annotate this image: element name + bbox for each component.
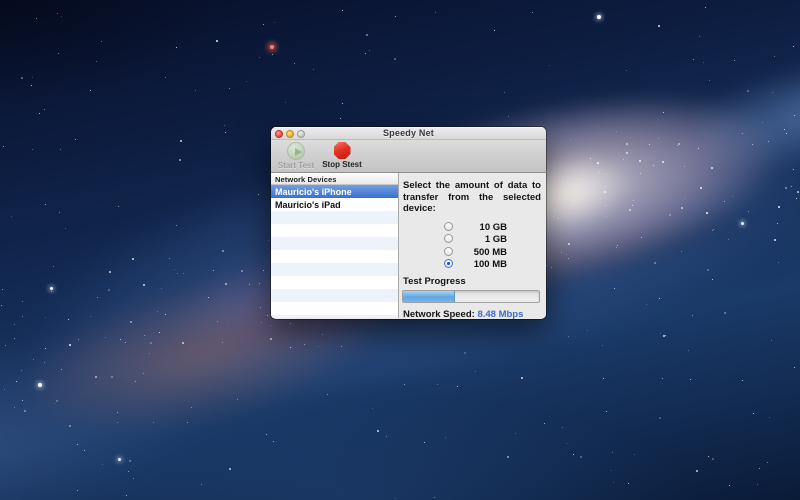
device-list-header[interactable]: Network Devices: [271, 173, 398, 185]
radio-button-500mb[interactable]: [444, 247, 453, 256]
radio-button-100mb[interactable]: [444, 259, 453, 268]
stop-icon: [334, 142, 351, 159]
options-panel: Select the amount of data to transfer fr…: [399, 173, 546, 318]
play-icon: [287, 142, 305, 160]
start-test-button[interactable]: Start Test: [276, 142, 316, 170]
radio-button-10gb[interactable]: [444, 222, 453, 231]
radio-row-500mb[interactable]: 500 MB: [403, 246, 541, 259]
instruction-text: Select the amount of data to transfer fr…: [403, 180, 541, 215]
network-devices-list: Network Devices Mauricio's iPhone Mauric…: [271, 173, 399, 318]
window-title: Speedy Net: [271, 128, 546, 138]
network-speed-line: Network Speed: 8.48 Mbps: [403, 309, 541, 320]
test-progress-label: Test Progress: [403, 276, 541, 287]
radio-row-10gb[interactable]: 10 GB: [403, 221, 541, 234]
stop-test-button[interactable]: Stop Stest: [318, 142, 366, 169]
network-speed-label: Network Speed:: [403, 309, 475, 320]
window-titlebar[interactable]: Speedy Net: [271, 127, 546, 140]
progress-bar: [402, 290, 540, 303]
progress-fill: [403, 291, 455, 302]
stats-block: Network Speed: 8.48 Mbps Latency: 47.63 …: [403, 309, 541, 320]
stop-test-label: Stop Stest: [318, 160, 366, 169]
radio-label-1gb: 1 GB: [485, 234, 507, 245]
data-amount-radio-group: 10 GB 1 GB 500 MB 100 MB: [403, 221, 541, 271]
radio-row-100mb[interactable]: 100 MB: [403, 258, 541, 271]
radio-button-1gb[interactable]: [444, 234, 453, 243]
device-row-iphone[interactable]: Mauricio's iPhone: [271, 185, 398, 198]
radio-label-10gb: 10 GB: [480, 222, 507, 233]
device-row-ipad[interactable]: Mauricio's iPad: [271, 198, 398, 211]
device-list-empty-rows: [271, 211, 398, 318]
network-speed-value: 8.48 Mbps: [477, 309, 523, 320]
radio-label-100mb: 100 MB: [474, 259, 507, 270]
start-test-label: Start Test: [276, 161, 316, 170]
radio-label-500mb: 500 MB: [474, 247, 507, 258]
radio-row-1gb[interactable]: 1 GB: [403, 233, 541, 246]
speedy-net-window: Speedy Net Start Test Stop Stest Network…: [271, 127, 546, 319]
toolbar: Start Test Stop Stest: [271, 140, 546, 173]
